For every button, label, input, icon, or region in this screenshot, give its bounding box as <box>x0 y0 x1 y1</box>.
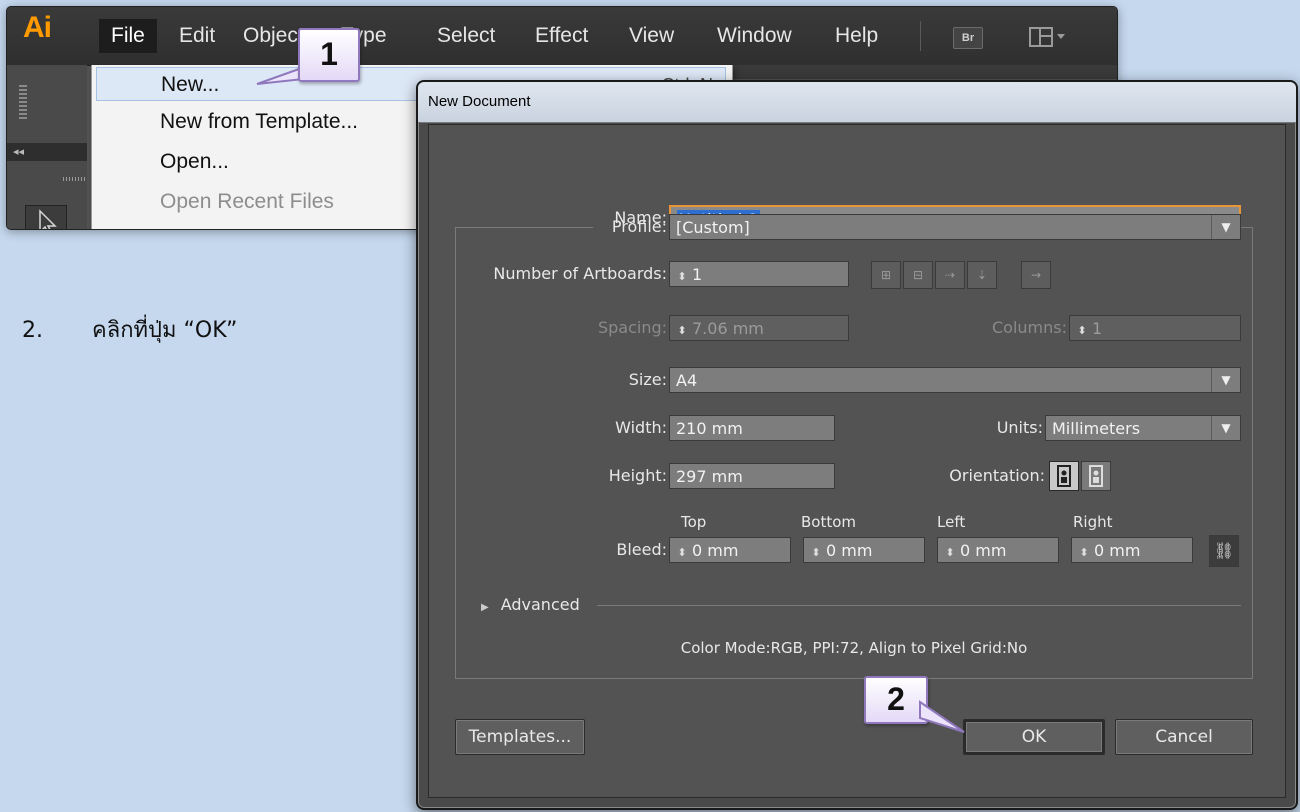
arrange-by-column-icon[interactable]: ⇣ <box>967 261 997 289</box>
stepper-icon[interactable]: ⬍ <box>676 318 688 340</box>
width-input[interactable]: 210 mm <box>669 415 835 441</box>
new-document-dialog: New Document Name: Untitled-2 Profile: [… <box>416 80 1298 810</box>
selection-tool-icon[interactable] <box>25 205 67 229</box>
size-dropdown[interactable]: A4 ▼ <box>669 367 1241 393</box>
cancel-button[interactable]: Cancel <box>1115 719 1253 755</box>
artboards-value: 1 <box>692 265 703 284</box>
portrait-orientation-icon[interactable] <box>1049 461 1079 491</box>
bleed-left-value: 0 mm <box>960 541 1007 560</box>
height-value: 297 mm <box>676 467 743 486</box>
menu-edit[interactable]: Edit <box>167 19 227 53</box>
chevron-down-icon: ▼ <box>1211 368 1240 392</box>
bleed-top-value: 0 mm <box>692 541 739 560</box>
columns-input[interactable]: ⬍ 1 <box>1069 315 1241 341</box>
disclosure-triangle-icon: ▶ <box>481 602 489 613</box>
profile-label: Profile: <box>611 217 667 236</box>
stepper-icon[interactable]: ⬍ <box>944 540 956 562</box>
bleed-bottom-label: Bottom <box>801 513 857 531</box>
height-label: Height: <box>608 466 667 485</box>
menu-help[interactable]: Help <box>823 19 890 53</box>
chevron-down-icon: ▼ <box>1211 215 1240 239</box>
bleed-right-input[interactable]: ⬍ 0 mm <box>1071 537 1193 563</box>
units-dropdown[interactable]: Millimeters ▼ <box>1045 415 1241 441</box>
collapse-panel-icon[interactable]: ◂◂ <box>7 143 87 161</box>
menu-item-label: Open... <box>160 150 229 173</box>
menu-separator <box>920 21 921 51</box>
height-input[interactable]: 297 mm <box>669 463 835 489</box>
spacing-value: 7.06 mm <box>692 319 764 338</box>
templates-button[interactable]: Templates... <box>455 719 585 755</box>
bleed-right-value: 0 mm <box>1094 541 1141 560</box>
menu-view[interactable]: View <box>617 19 686 53</box>
spacing-label: Spacing: <box>597 318 667 337</box>
dialog-title: New Document <box>418 82 1296 123</box>
bleed-left-label: Left <box>937 513 966 531</box>
stepper-icon[interactable]: ⬍ <box>1076 318 1088 340</box>
link-bleed-icon[interactable]: ⛓ <box>1209 535 1239 567</box>
workspace-switcher-icon[interactable] <box>1027 25 1077 49</box>
panel-grip[interactable] <box>19 85 27 121</box>
menu-bar: Ai File Edit Object Type Select Effect V… <box>7 7 1117 66</box>
spacing-input[interactable]: ⬍ 7.06 mm <box>669 315 849 341</box>
dialog-body: Name: Untitled-2 Profile: [Custom] ▼ Num… <box>428 124 1286 798</box>
units-label: Units: <box>996 418 1043 437</box>
landscape-orientation-icon[interactable] <box>1081 461 1111 491</box>
tools-panel: ◂◂ <box>7 65 87 229</box>
width-value: 210 mm <box>676 419 743 438</box>
bleed-bottom-value: 0 mm <box>826 541 873 560</box>
columns-label: Columns: <box>992 318 1067 337</box>
control-bar <box>707 65 1117 79</box>
grid-by-column-icon[interactable]: ⊟ <box>903 261 933 289</box>
advanced-divider <box>597 605 1241 606</box>
stepper-icon[interactable]: ⬍ <box>810 540 822 562</box>
stepper-icon[interactable]: ⬍ <box>1078 540 1090 562</box>
bleed-bottom-input[interactable]: ⬍ 0 mm <box>803 537 925 563</box>
callout-2-pointer <box>919 700 965 733</box>
bleed-top-input[interactable]: ⬍ 0 mm <box>669 537 791 563</box>
menu-effect[interactable]: Effect <box>523 19 600 53</box>
artboards-input[interactable]: ⬍ 1 <box>669 261 849 287</box>
menu-item-label: Open Recent Files <box>160 190 334 213</box>
size-value: A4 <box>676 371 698 390</box>
illustrator-logo: Ai <box>23 11 52 44</box>
bridge-icon[interactable]: Br <box>953 27 983 49</box>
callout-step-1: 1 <box>298 28 360 82</box>
artboards-label: Number of Artboards: <box>493 264 667 283</box>
bleed-label: Bleed: <box>616 540 667 559</box>
menu-item-label: New... <box>161 73 220 96</box>
ok-button[interactable]: OK <box>963 719 1105 755</box>
advanced-toggle[interactable]: ▶ Advanced <box>481 595 580 614</box>
stepper-icon[interactable]: ⬍ <box>676 540 688 562</box>
menu-item-label: New from Template... <box>160 110 359 133</box>
grid-by-row-icon[interactable]: ⊞ <box>871 261 901 289</box>
profile-value: [Custom] <box>676 218 750 237</box>
panel-divider <box>63 177 87 181</box>
instruction-step: 2. คลิกที่ปุ่ม “OK” <box>22 312 237 347</box>
step-number: 2. <box>22 318 43 343</box>
stepper-icon[interactable]: ⬍ <box>676 264 688 286</box>
arrange-by-row-icon[interactable]: ⇢ <box>935 261 965 289</box>
width-label: Width: <box>615 418 667 437</box>
bleed-right-label: Right <box>1073 513 1113 531</box>
units-value: Millimeters <box>1052 419 1141 438</box>
menu-select[interactable]: Select <box>425 19 507 53</box>
chevron-down-icon: ▼ <box>1211 416 1240 440</box>
size-label: Size: <box>628 370 667 389</box>
bleed-left-input[interactable]: ⬍ 0 mm <box>937 537 1059 563</box>
menu-window[interactable]: Window <box>705 19 804 53</box>
menu-file[interactable]: File <box>99 19 157 53</box>
columns-value: 1 <box>1092 319 1103 338</box>
bleed-top-label: Top <box>681 513 707 531</box>
advanced-label: Advanced <box>500 595 580 614</box>
profile-dropdown[interactable]: [Custom] ▼ <box>669 214 1241 240</box>
right-to-left-layout-icon[interactable]: → <box>1021 261 1051 289</box>
step-text: คลิกที่ปุ่ม “OK” <box>92 318 238 343</box>
document-summary: Color Mode:RGB, PPI:72, Align to Pixel G… <box>680 639 1028 657</box>
orientation-label: Orientation: <box>949 466 1045 485</box>
